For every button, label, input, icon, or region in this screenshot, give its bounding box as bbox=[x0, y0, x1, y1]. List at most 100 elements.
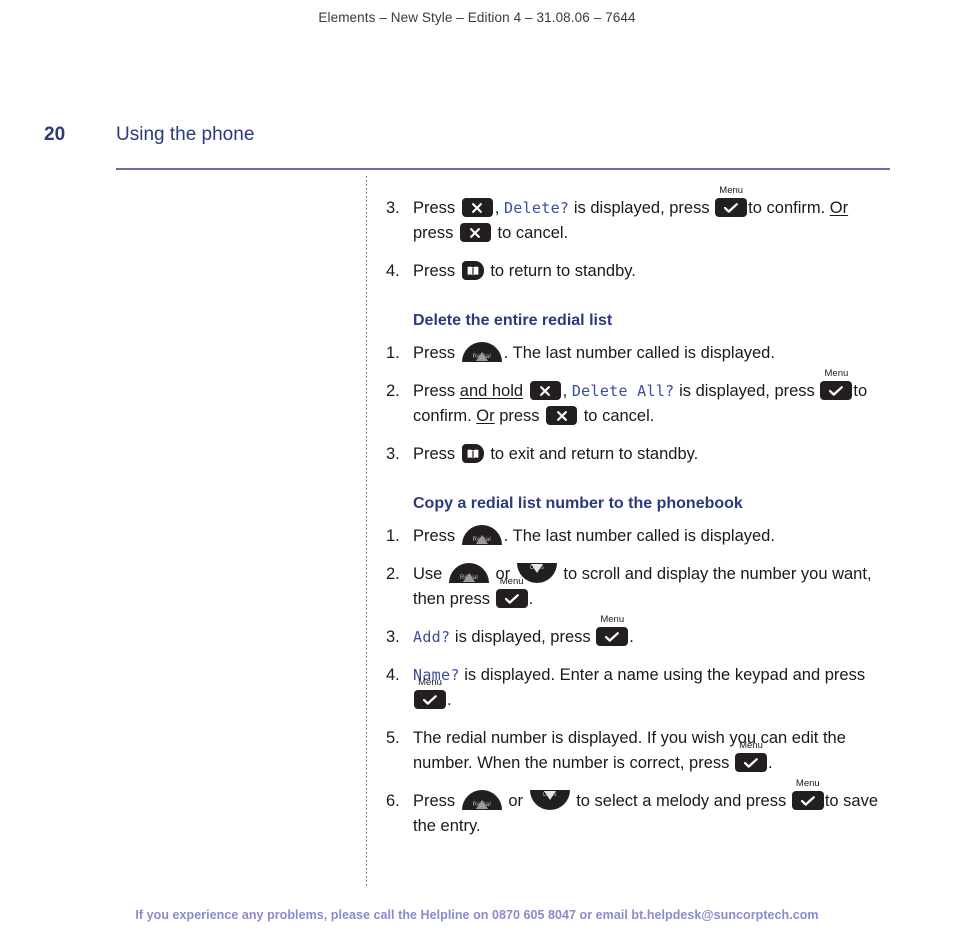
text-fragment: Press bbox=[413, 445, 460, 463]
text-fragment: . bbox=[528, 590, 534, 608]
text-fragment: Press bbox=[413, 382, 460, 400]
list-item: 4. Name? is displayed. Enter a name usin… bbox=[386, 663, 886, 713]
text-fragment: . The last number called is displayed. bbox=[503, 344, 775, 362]
lcd-display-text: Delete All? bbox=[571, 382, 675, 400]
text-fragment: , bbox=[562, 382, 572, 400]
menu-key-caption: Menu bbox=[824, 368, 849, 380]
down-triangle-icon bbox=[530, 563, 543, 573]
list-number: 3. bbox=[386, 628, 400, 646]
list-text: Name? is displayed. Enter a name using t… bbox=[413, 663, 886, 713]
text-fragment: to exit and return to standby. bbox=[485, 445, 699, 463]
menu-check-key-icon[interactable]: Menu bbox=[791, 778, 824, 811]
page-title-row: 20 Using the phone bbox=[44, 124, 904, 146]
standby-phonebook-key-icon[interactable] bbox=[461, 444, 484, 464]
text-fragment: is displayed. Enter a name using the key… bbox=[459, 666, 866, 684]
standby-phonebook-key-icon[interactable] bbox=[461, 261, 484, 281]
menu-check-key-icon[interactable]: Menu bbox=[414, 677, 446, 710]
text-fragment: Press bbox=[413, 199, 460, 217]
cancel-x-key-icon[interactable] bbox=[459, 223, 491, 243]
menu-key-cap bbox=[734, 753, 767, 773]
list-text: Press Redial or Calls to select a melody… bbox=[413, 778, 886, 839]
text-fragment: to confirm. bbox=[748, 199, 830, 217]
list-item: 2. Press and hold , Delete All? is displ… bbox=[386, 368, 886, 429]
text-fragment: is displayed, press bbox=[674, 382, 820, 400]
column-divider bbox=[366, 176, 367, 886]
redial-up-key-icon[interactable]: Redial bbox=[448, 562, 489, 583]
list-text: Add? is displayed, press Menu. bbox=[413, 614, 886, 650]
list-number: 4. bbox=[386, 262, 400, 280]
text-fragment: to cancel. bbox=[492, 224, 569, 242]
list-item: 1. Press Redial. The last number called … bbox=[386, 524, 886, 549]
menu-check-key-icon[interactable]: Menu bbox=[734, 740, 767, 773]
text-fragment bbox=[523, 382, 528, 400]
section-heading-copy-redial-number: Copy a redial list number to the phonebo… bbox=[413, 495, 743, 512]
menu-check-key-icon[interactable]: Menu bbox=[820, 368, 853, 401]
list-text: Press Redial. The last number called is … bbox=[413, 524, 886, 549]
cancel-x-key-icon[interactable] bbox=[461, 198, 493, 218]
text-fragment: press bbox=[494, 407, 545, 425]
text-fragment: to return to standby. bbox=[485, 262, 636, 280]
list-text: Press to exit and return to standby. bbox=[413, 442, 886, 467]
text-fragment: to select a melody and press bbox=[571, 792, 791, 810]
text-fragment: . bbox=[447, 691, 452, 709]
menu-key-caption: Menu bbox=[795, 778, 820, 790]
list-text: Press to return to standby. bbox=[413, 259, 886, 284]
list-number: 1. bbox=[386, 344, 400, 362]
emphasis-or: Or bbox=[476, 407, 495, 425]
list-text: Press Redial. The last number called is … bbox=[413, 341, 886, 366]
text-fragment: to cancel. bbox=[579, 407, 655, 425]
up-triangle-icon bbox=[475, 534, 488, 544]
emphasis-or: Or bbox=[829, 199, 849, 217]
list-number: 1. bbox=[386, 527, 400, 545]
chapter-title: Using the phone bbox=[116, 124, 255, 145]
menu-key-caption: Menu bbox=[600, 614, 625, 626]
list-text: The redial number is displayed. If you w… bbox=[413, 726, 886, 776]
list-text: Press and hold , Delete All? is displaye… bbox=[413, 368, 886, 429]
list-text: Press , Delete? is displayed, press Menu… bbox=[413, 185, 886, 246]
text-fragment: is displayed, press bbox=[569, 199, 715, 217]
menu-key-caption: Menu bbox=[418, 677, 442, 689]
menu-key-cap bbox=[495, 589, 528, 609]
menu-key-cap bbox=[414, 690, 446, 710]
text-fragment: or bbox=[503, 792, 528, 810]
menu-key-cap bbox=[715, 198, 748, 218]
cancel-x-key-icon[interactable] bbox=[546, 406, 578, 426]
page-footer-helpline: If you experience any problems, please c… bbox=[135, 908, 819, 922]
text-fragment: press bbox=[413, 224, 458, 242]
list-number: 3. bbox=[386, 199, 400, 217]
menu-check-key-icon[interactable]: Menu bbox=[495, 576, 528, 609]
menu-key-cap bbox=[596, 627, 629, 647]
list-number: 2. bbox=[386, 382, 400, 400]
up-triangle-icon bbox=[462, 572, 475, 582]
down-triangle-icon bbox=[543, 790, 556, 800]
list-number: 2. bbox=[386, 565, 400, 583]
list-item: 3. Press , Delete? is displayed, press M… bbox=[386, 185, 886, 246]
text-fragment: . The last number called is displayed. bbox=[503, 527, 775, 545]
list-item: 3. Press to exit and return to standby. bbox=[386, 442, 886, 467]
text-fragment: , bbox=[494, 199, 504, 217]
redial-up-key-icon[interactable]: Redial bbox=[461, 524, 502, 545]
menu-check-key-icon[interactable]: Menu bbox=[715, 185, 748, 218]
list-item: 5. The redial number is displayed. If yo… bbox=[386, 726, 886, 776]
redial-up-key-icon[interactable]: Redial bbox=[461, 789, 502, 810]
text-fragment: Press bbox=[413, 792, 460, 810]
calls-down-key-icon[interactable]: Calls bbox=[529, 789, 570, 810]
text-fragment: Press bbox=[413, 262, 460, 280]
menu-key-caption: Menu bbox=[499, 576, 524, 588]
menu-key-cap bbox=[791, 791, 824, 811]
redial-up-key-icon[interactable]: Redial bbox=[461, 341, 502, 362]
text-fragment: Press bbox=[413, 344, 460, 362]
lcd-display-text: Add? bbox=[413, 628, 451, 646]
cancel-x-key-icon[interactable] bbox=[529, 381, 561, 401]
menu-check-key-icon[interactable]: Menu bbox=[596, 614, 629, 647]
